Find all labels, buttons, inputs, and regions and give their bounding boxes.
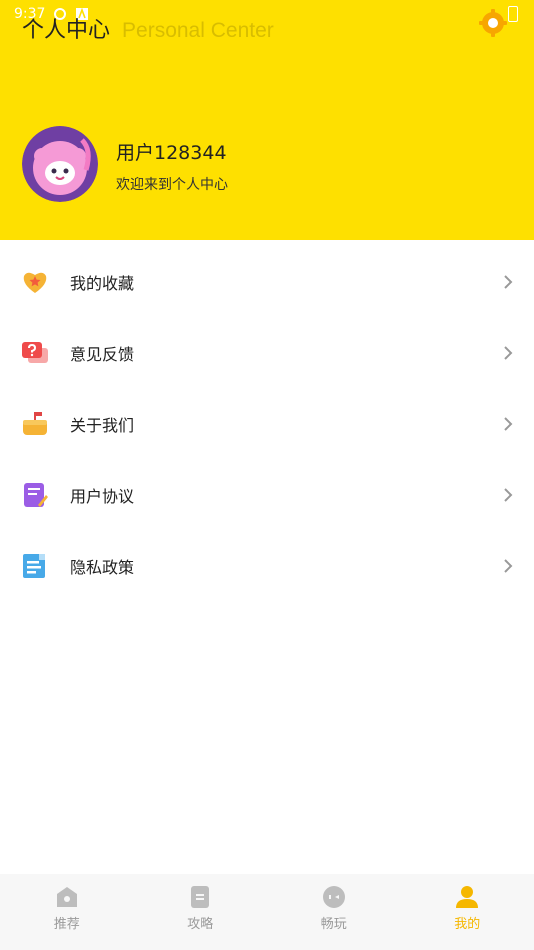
tab-mine[interactable]: 我的	[401, 874, 534, 950]
document-pen-icon	[24, 482, 48, 507]
guide-icon	[191, 886, 210, 908]
menu-item-label: 关于我们	[70, 415, 135, 435]
menu-item-user-agreement[interactable]: 用户协议	[0, 459, 534, 530]
tab-label: 推荐	[53, 917, 80, 932]
username: 用户128344	[116, 142, 227, 164]
chevron-right-icon	[504, 274, 513, 289]
policy-list-icon	[23, 553, 45, 578]
chevron-right-icon	[504, 345, 513, 360]
menu-item-feedback[interactable]: 意见反馈	[0, 317, 534, 388]
chevron-right-icon	[504, 416, 513, 431]
menu-list: 我的收藏 意见反馈 关于我们 用户协议 隐私政策	[0, 246, 534, 601]
play-icon	[322, 886, 345, 908]
gear-icon[interactable]	[478, 8, 508, 38]
tab-label: 我的	[454, 917, 481, 932]
menu-item-about[interactable]: 关于我们	[0, 388, 534, 459]
menu-item-favorites[interactable]: 我的收藏	[0, 246, 534, 317]
mailbox-icon	[23, 411, 47, 435]
menu-item-label: 隐私政策	[70, 557, 135, 577]
question-chat-icon	[22, 341, 48, 363]
page-subtitle: Personal Center	[122, 19, 274, 42]
menu-item-label: 用户协议	[70, 486, 135, 506]
page-title: 个人中心	[22, 18, 111, 43]
tab-label: 畅玩	[320, 917, 347, 932]
tab-label: 攻略	[187, 917, 214, 932]
profile-icon	[456, 886, 479, 908]
tab-guide[interactable]: 攻略	[134, 874, 268, 950]
bottom-tab-bar: 推荐 攻略 畅玩 我的	[0, 874, 534, 950]
heart-star-icon	[23, 272, 47, 293]
chevron-right-icon	[504, 487, 513, 502]
pink-monster-avatar-icon	[22, 126, 98, 202]
tab-recommend[interactable]: 推荐	[0, 874, 134, 950]
page-title-row: 个人中心 Personal Center	[22, 12, 274, 44]
tab-play[interactable]: 畅玩	[267, 874, 401, 950]
menu-item-label: 意见反馈	[70, 344, 135, 364]
home-icon	[56, 887, 77, 907]
chevron-right-icon	[504, 558, 513, 573]
battery-icon	[508, 6, 518, 22]
welcome-text: 欢迎来到个人中心	[116, 177, 228, 193]
avatar[interactable]	[22, 126, 98, 202]
menu-item-label: 我的收藏	[70, 273, 135, 293]
menu-item-privacy-policy[interactable]: 隐私政策	[0, 530, 534, 601]
